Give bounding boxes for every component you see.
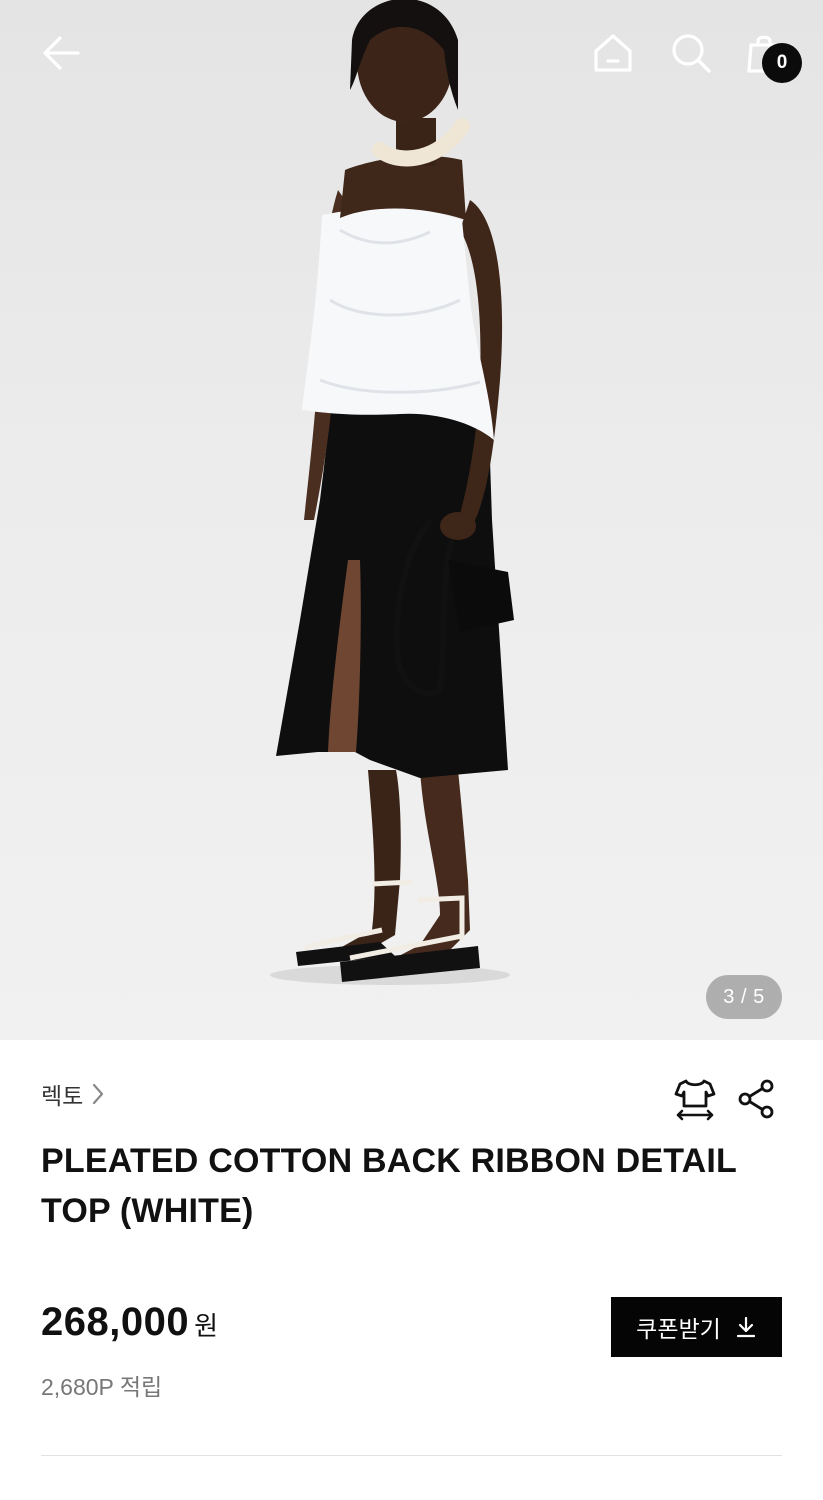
cart-count-badge: 0 [762, 43, 802, 83]
brand-name: 렉토 [41, 1083, 84, 1109]
chevron-right-icon [93, 1083, 104, 1105]
brand-link[interactable]: 렉토 [41, 1074, 105, 1114]
arrow-left-icon [43, 36, 80, 70]
home-icon [594, 34, 632, 72]
product-image-gallery[interactable]: 0 3 / 5 [0, 0, 823, 1040]
search-icon [672, 34, 711, 73]
share-button[interactable] [736, 1078, 778, 1120]
price-currency: 원 [194, 1311, 219, 1341]
section-divider [41, 1455, 782, 1456]
share-icon [738, 1079, 774, 1119]
product-title: PLEATED COTTON BACK RIBBON DETAIL TOP (W… [41, 1142, 737, 1230]
reward-points: 2,680P 적립 [41, 1374, 163, 1400]
coupon-button-label: 쿠폰받기 [636, 1316, 721, 1342]
back-button[interactable] [36, 28, 86, 78]
home-button[interactable] [588, 28, 638, 78]
price-value: 268,000 [41, 1300, 190, 1344]
download-icon [736, 1316, 755, 1338]
product-photo [270, 0, 514, 985]
price: 268,000 원 [41, 1300, 218, 1345]
search-button[interactable] [666, 28, 716, 78]
gallery-page-indicator: 3 / 5 [706, 975, 782, 1019]
top-navigation-bar: 0 [0, 0, 823, 104]
coupon-download-button[interactable]: 쿠폰받기 [611, 1297, 782, 1357]
size-guide-button[interactable] [672, 1076, 718, 1122]
size-guide-shirt-icon [674, 1079, 716, 1121]
